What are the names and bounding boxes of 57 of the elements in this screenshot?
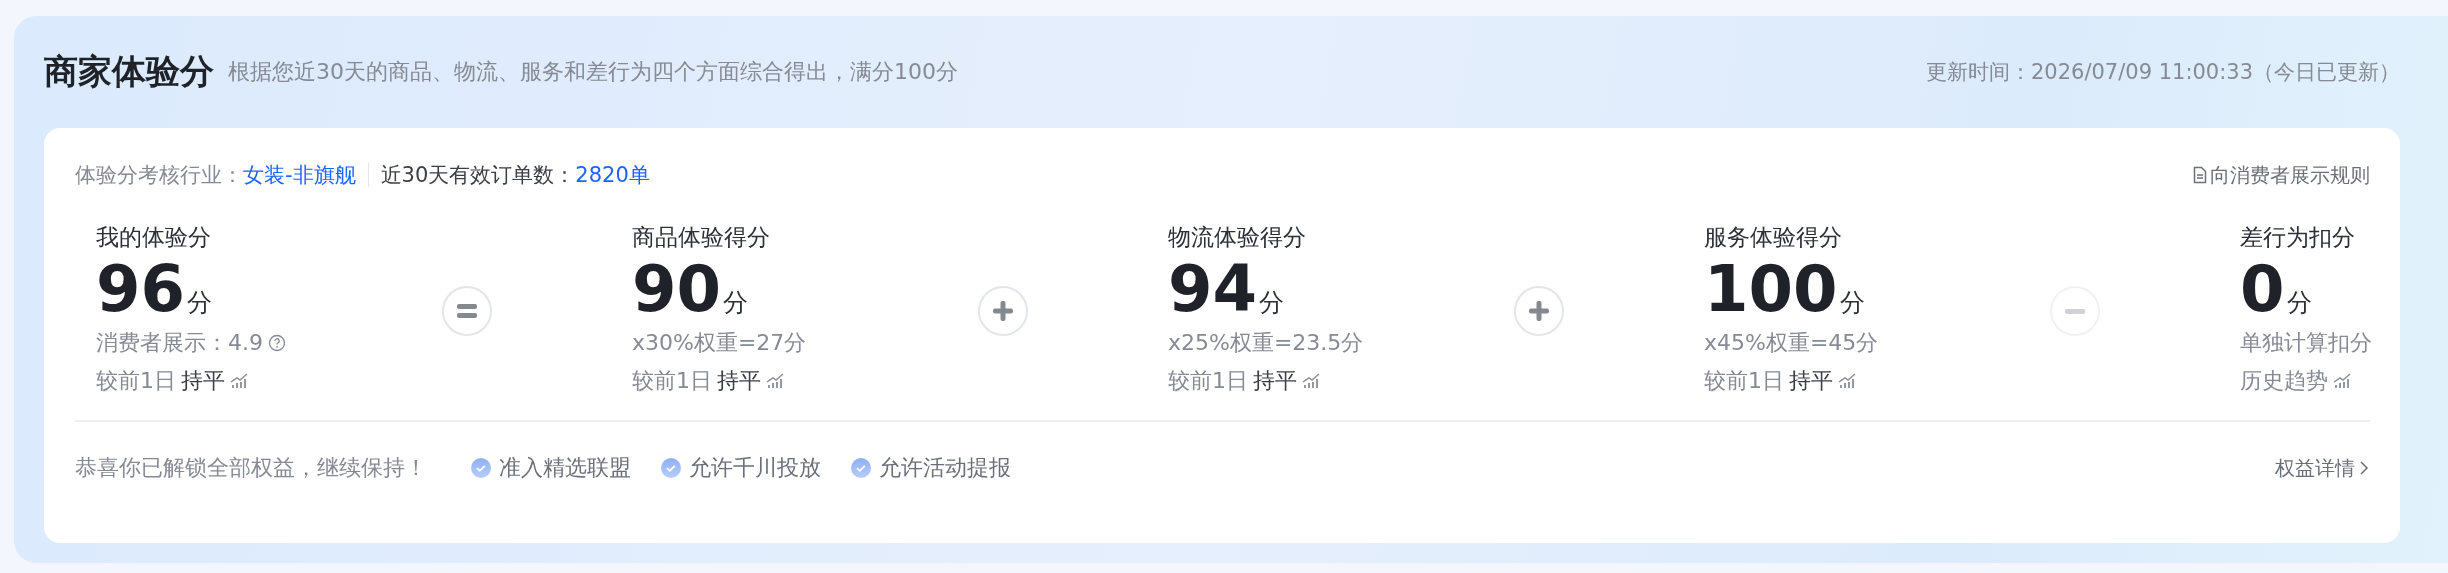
unlock-message: 恭喜你已解锁全部权益，继续保持！ bbox=[75, 454, 427, 482]
score-value: 0 bbox=[2240, 252, 2285, 326]
trend-icon bbox=[766, 373, 784, 389]
trend-label: 历史趋势 bbox=[2240, 367, 2328, 395]
benefit-details-link[interactable]: 权益详情 bbox=[2275, 454, 2370, 482]
check-icon bbox=[851, 458, 871, 478]
score-label: 我的体验分 bbox=[96, 223, 211, 252]
trend-label: 较前1日 bbox=[632, 367, 712, 395]
benefit-label: 准入精选联盟 bbox=[499, 454, 631, 482]
trend-value: 持平 bbox=[717, 367, 761, 395]
score-value: 100 bbox=[1704, 252, 1838, 326]
score-detail: x45%权重=45分 bbox=[1704, 329, 1879, 357]
score-detail: x30%权重=27分 bbox=[632, 329, 807, 357]
score-unit: 分 bbox=[1839, 287, 1865, 319]
industry-value: 女装-非旗舰 bbox=[243, 162, 356, 189]
score-label: 差行为扣分 bbox=[2240, 223, 2355, 252]
trend-label: 较前1日 bbox=[1704, 367, 1784, 395]
check-icon bbox=[661, 458, 681, 478]
help-icon[interactable] bbox=[268, 334, 286, 352]
plus-icon bbox=[1528, 300, 1550, 322]
score-unit: 分 bbox=[723, 287, 749, 319]
score-detail: 消费者展示：4.9 bbox=[96, 329, 263, 357]
document-icon bbox=[2193, 166, 2207, 184]
score-label: 商品体验得分 bbox=[632, 223, 770, 252]
minus-icon bbox=[2064, 308, 2086, 314]
score-value: 90 bbox=[632, 252, 722, 326]
trend-icon bbox=[1838, 373, 1856, 389]
rules-link[interactable]: 向消费者展示规则 bbox=[2193, 161, 2370, 189]
trend-icon bbox=[1302, 373, 1320, 389]
score-unit: 分 bbox=[2286, 287, 2312, 319]
score-value: 94 bbox=[1168, 252, 1258, 326]
equals-icon bbox=[456, 303, 478, 319]
score-value: 96 bbox=[96, 252, 186, 326]
chevron-right-icon bbox=[2358, 460, 2370, 476]
plus-icon bbox=[992, 300, 1014, 322]
trend-label: 较前1日 bbox=[1168, 367, 1248, 395]
score-unit: 分 bbox=[1259, 287, 1285, 319]
score-detail: x25%权重=23.5分 bbox=[1168, 329, 1364, 357]
check-icon bbox=[471, 458, 491, 478]
benefit-label: 允许千川投放 bbox=[689, 454, 821, 482]
score-label: 服务体验得分 bbox=[1704, 223, 1842, 252]
trend-icon bbox=[2333, 373, 2351, 389]
orders-value: 2820单 bbox=[575, 162, 650, 189]
panel-title: 商家体验分 bbox=[44, 50, 214, 93]
trend-icon bbox=[230, 373, 248, 389]
score-unit: 分 bbox=[187, 287, 213, 319]
industry-label: 体验分考核行业： bbox=[75, 162, 243, 189]
benefit-label: 允许活动提报 bbox=[879, 454, 1011, 482]
update-time: 更新时间：2026/07/09 11:00:33（今日已更新） bbox=[1925, 59, 2400, 86]
score-detail: 单独计算扣分 bbox=[2240, 329, 2372, 357]
trend-label: 较前1日 bbox=[96, 367, 176, 395]
orders-label: 近30天有效订单数： bbox=[380, 162, 576, 189]
score-label: 物流体验得分 bbox=[1168, 223, 1306, 252]
trend-value: 持平 bbox=[1789, 367, 1833, 395]
trend-value: 持平 bbox=[181, 367, 225, 395]
panel-subtitle: 根据您近30天的商品、物流、服务和差行为四个方面综合得出，满分100分 bbox=[228, 58, 958, 86]
trend-value: 持平 bbox=[1253, 367, 1297, 395]
